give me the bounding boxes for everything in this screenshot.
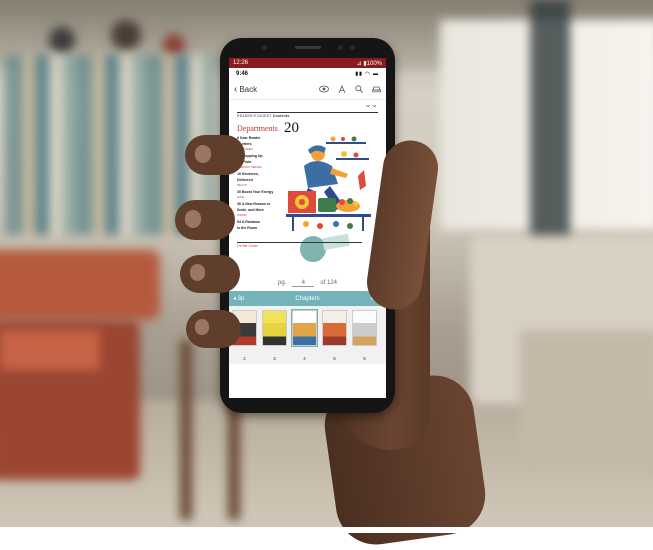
- android-status-bar: 12:26 ⊿ ▮100%: [229, 58, 386, 68]
- bottom-border: [0, 527, 653, 533]
- ios-time: 9:46: [236, 70, 249, 77]
- page-thumbnail[interactable]: [291, 309, 318, 347]
- department-page-number: 30: [237, 190, 241, 194]
- department-item[interactable]: 54 A Rainbow: [237, 220, 279, 224]
- back-label: Back: [239, 84, 258, 94]
- current-page-input[interactable]: 4: [292, 280, 315, 287]
- thumbnail-page-number: 3: [273, 355, 276, 361]
- department-item[interactable]: 30 Boost Your Energy: [237, 190, 279, 194]
- department-item[interactable]: Delivered: [237, 178, 279, 182]
- ring-finger: [180, 255, 240, 293]
- page-indicator: pg. 4 of 124: [229, 275, 386, 291]
- phone: 12:26 ⊿ ▮100% 9:46 ▮▮ ◠ ▬ ‹ Back READER'…: [220, 38, 395, 413]
- car-icon[interactable]: [372, 85, 381, 93]
- page-prefix: pg.: [277, 280, 287, 286]
- page-header: READER'S DIGEST Contents ⌄⌄: [237, 100, 378, 118]
- magazine-name: READER'S DIGEST: [237, 114, 272, 118]
- reader-toolbar: ‹ Back: [229, 79, 386, 100]
- previous-page-button[interactable]: ◂ 3p: [233, 295, 244, 302]
- page-thumbnail[interactable]: [322, 310, 347, 346]
- page-header-text: READER'S DIGEST Contents: [237, 114, 289, 118]
- ios-status-bar: 9:46 ▮▮ ◠ ▬: [229, 68, 386, 79]
- department-item[interactable]: EVERYDAY HEROES: [237, 166, 279, 170]
- bench-seat-blur: [520, 330, 653, 470]
- department-item[interactable]: 36 A New Reason to: [237, 202, 279, 206]
- department-title: Smile, and More: [237, 208, 264, 212]
- departments-title: Departments: [237, 124, 278, 133]
- department-item[interactable]: in the Room: [237, 226, 279, 230]
- department-page-number: 36: [237, 202, 241, 206]
- bookmark-icon[interactable]: ⌄⌄: [365, 100, 378, 109]
- contents-illustration: [286, 136, 371, 236]
- font-icon[interactable]: [338, 84, 346, 94]
- thumbnail-page-number: 5: [333, 355, 336, 361]
- thumbnail-page-number: 2: [243, 355, 246, 361]
- section-name: Contents: [272, 114, 290, 118]
- chevron-left-icon: ‹: [234, 83, 238, 95]
- index-finger: [185, 135, 245, 175]
- department-title: A Rainbow: [241, 220, 260, 224]
- department-category: HEALTH: [237, 184, 247, 187]
- android-time: 12:26: [233, 60, 249, 66]
- department-title: Delivered: [237, 178, 253, 182]
- department-item[interactable]: 6 Dear Reader: [237, 136, 279, 140]
- sensor: [350, 45, 355, 50]
- department-title: Kindness,: [241, 172, 259, 176]
- department-page-number: 54: [237, 220, 241, 224]
- phone-screen: 12:26 ⊿ ▮100% 9:46 ▮▮ ◠ ▬ ‹ Back READER'…: [229, 58, 386, 398]
- page-thumbnail[interactable]: [262, 310, 287, 346]
- android-battery-text: 100%: [366, 60, 382, 67]
- department-item[interactable]: HUMOR: [237, 214, 279, 218]
- department-category: HUMOR: [237, 214, 247, 217]
- page-thumbnail[interactable]: [352, 310, 377, 346]
- department-title: Boost Your Energy: [241, 190, 274, 194]
- magazine-page[interactable]: READER'S DIGEST Contents ⌄⌄ Departments …: [229, 100, 386, 275]
- feature-page-number: 20: [284, 120, 299, 136]
- thumbnail-page-number: 4: [303, 355, 306, 361]
- back-button[interactable]: ‹ Back: [234, 84, 257, 95]
- sensor: [338, 45, 343, 50]
- speaker-grille: [295, 46, 321, 49]
- phone-top-bezel: [220, 38, 395, 56]
- eye-icon[interactable]: [319, 85, 329, 93]
- department-title: Dear Reader: [239, 136, 261, 140]
- chair-arm-blur: [0, 330, 100, 370]
- toolbar-actions: [319, 84, 381, 94]
- department-item[interactable]: 16 Kindness,: [237, 172, 279, 176]
- thumbnail-numbers: 2 3 4 5 6: [229, 352, 386, 364]
- department-category: FOOD: [237, 196, 245, 199]
- department-item[interactable]: HEALTH: [237, 184, 279, 188]
- on-the-cover-label: On the Cover: [237, 242, 362, 248]
- chapters-bar: ◂ 3p Chapters 4p ▸: [229, 291, 386, 306]
- department-item[interactable]: 8 Letters: [237, 142, 279, 146]
- thumbnail-page-number: 6: [363, 355, 366, 361]
- department-title: in the Room: [237, 226, 258, 230]
- department-item[interactable]: Smile, and More: [237, 208, 279, 212]
- search-icon[interactable]: [355, 84, 363, 93]
- department-item[interactable]: FOOD: [237, 196, 279, 200]
- front-camera: [262, 45, 267, 50]
- ios-status-icons: ▮▮ ◠ ▬: [355, 70, 379, 77]
- department-page-number: 16: [237, 172, 241, 176]
- little-finger: [186, 310, 241, 348]
- department-category: EVERYDAY HEROES: [237, 166, 262, 169]
- page-thumbnails: [229, 306, 386, 352]
- department-title: A New Reason to: [241, 202, 271, 206]
- page-total: of 124: [320, 280, 338, 286]
- middle-finger: [175, 200, 235, 240]
- chair-back-blur: [0, 250, 160, 320]
- android-battery: ⊿ ▮100%: [356, 60, 382, 67]
- chapters-button[interactable]: Chapters: [295, 296, 319, 302]
